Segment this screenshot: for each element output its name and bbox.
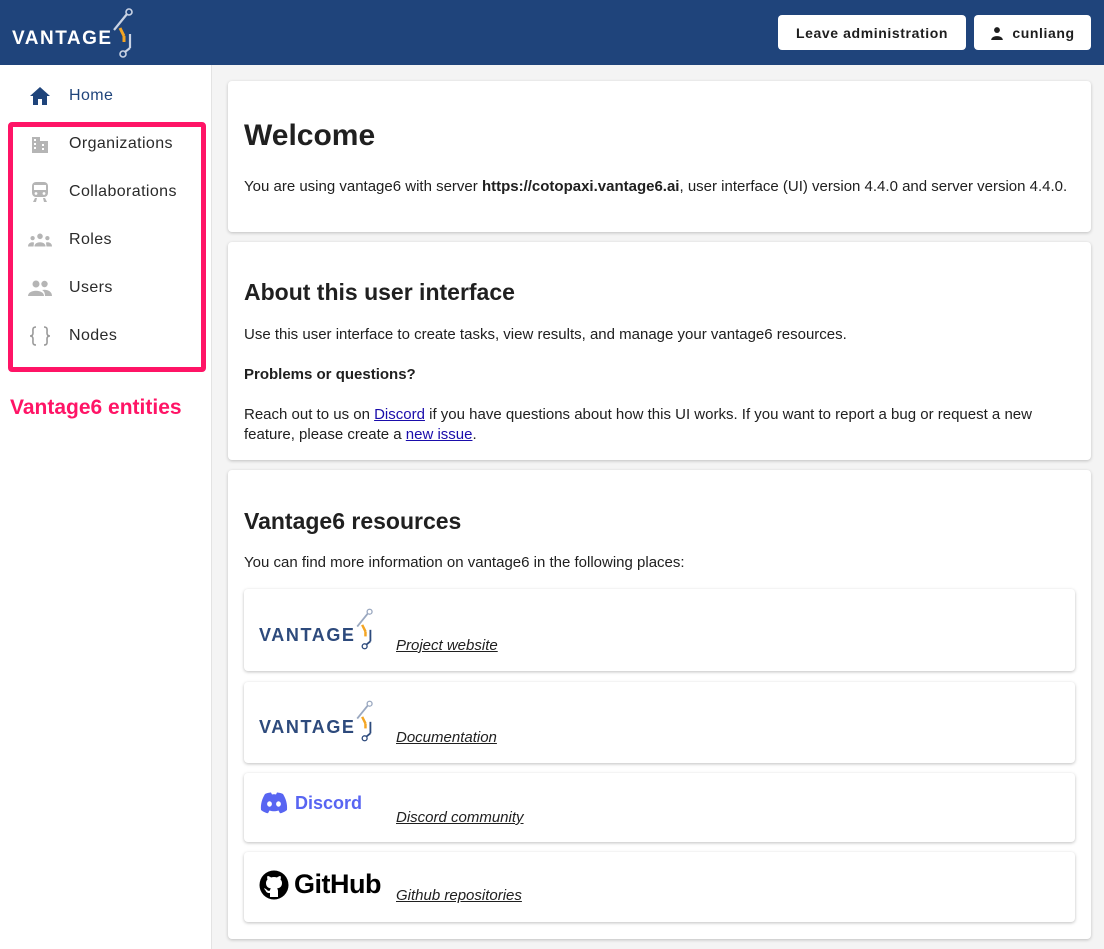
highlight-box (8, 122, 206, 372)
vantage-logo-text: VANTAGE (259, 625, 356, 645)
home-icon (28, 84, 52, 108)
resources-card: Vantage6 resources You can find more inf… (228, 470, 1091, 939)
top-bar: VANTAGE Leave administration cunliang (0, 0, 1104, 65)
sidebar: Home Organizations Collaborations Roles … (0, 65, 212, 949)
resources-title: Vantage6 resources (244, 508, 462, 534)
about-intro: Use this user interface to create tasks,… (244, 326, 847, 343)
github-icon (259, 870, 289, 899)
welcome-text: You are using vantage6 with server https… (244, 178, 1068, 195)
vantage-mark-icon (113, 8, 133, 58)
server-url: https://cotopaxi.vantage6.ai (481, 178, 680, 195)
welcome-title: Welcome (244, 119, 376, 152)
user-menu-button[interactable]: cunliang (974, 15, 1091, 50)
new-issue-link[interactable]: new issue (406, 426, 473, 443)
about-card: About this user interface Use this user … (228, 242, 1091, 460)
resources-intro: You can find more information on vantage… (244, 554, 685, 571)
discord-link[interactable]: Discord (374, 406, 425, 423)
resource-project-website[interactable]: VANTAGE Project website (244, 589, 1075, 671)
about-title: About this user interface (244, 279, 515, 305)
reach-out-text: Reach out to us on Discord if you have q… (244, 406, 1032, 443)
project-website-link[interactable]: Project website (396, 637, 498, 654)
discord-logo-text: Discord (295, 792, 363, 813)
github-logo-text: GitHub (294, 869, 381, 899)
sidebar-item-label: Home (69, 87, 114, 104)
documentation-link[interactable]: Documentation (396, 729, 497, 746)
github-logo: GitHub (259, 869, 381, 900)
problems-heading: Problems or questions? (244, 366, 416, 383)
discord-community-link[interactable]: Discord community (396, 809, 524, 826)
annotation-label: Vantage6 entities (10, 396, 182, 419)
discord-icon (260, 792, 288, 814)
discord-logo: Discord (259, 792, 362, 814)
vantage-logo[interactable]: VANTAGE (12, 8, 142, 58)
vantage-logo-text: VANTAGE (259, 717, 356, 737)
vantage-mark-icon (356, 700, 373, 742)
leave-administration-button[interactable]: Leave administration (778, 15, 966, 50)
resource-discord[interactable]: Discord Discord community (244, 773, 1075, 842)
github-repositories-link[interactable]: Github repositories (396, 887, 522, 904)
resource-github[interactable]: GitHub Github repositories (244, 852, 1075, 922)
resource-documentation[interactable]: VANTAGE Documentation (244, 682, 1075, 763)
logo-text: VANTAGE (12, 28, 113, 49)
sidebar-item-home[interactable]: Home (28, 72, 198, 120)
person-icon (991, 26, 1004, 40)
user-name: cunliang (1012, 24, 1075, 41)
vantage-mark-icon (356, 608, 373, 650)
welcome-card: Welcome You are using vantage6 with serv… (228, 81, 1091, 232)
